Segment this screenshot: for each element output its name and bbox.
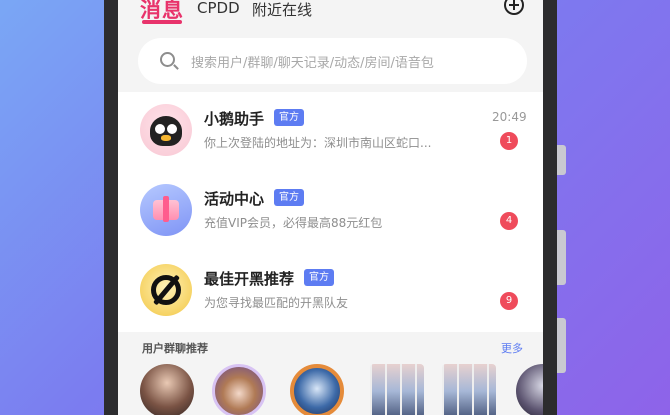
recommended-group-avatar[interactable] [442,364,496,415]
recommended-group-avatar[interactable] [212,364,266,415]
official-badge: 官方 [274,189,304,206]
unread-count-badge: 9 [500,292,518,310]
search-placeholder: 搜索用户/群聊/聊天记录/动态/房间/语音包 [191,56,434,71]
official-badge: 官方 [304,269,334,286]
phone-bezel-right [543,0,557,415]
conversation-name: 活动中心 [204,190,265,208]
search-icon [160,52,175,67]
unread-count-badge: 4 [500,212,518,230]
recommend-more-link[interactable]: 更多 [501,340,523,356]
plus-circle-icon[interactable] [504,0,524,15]
conversation-preview: 为您寻找最匹配的开黑队友 [204,296,349,310]
recommended-group-avatar[interactable] [370,364,424,415]
conversation-preview: 你上次登陆的地址为：深圳市南山区蛇口... [204,136,432,150]
unread-count-badge: 1 [500,132,518,150]
conversation-item-assistant[interactable]: 小鹅助手 官方 你上次登陆的地址为：深圳市南山区蛇口... 20:49 1 [118,92,543,172]
recommended-group-avatar[interactable] [140,364,194,415]
tab-nearby-online[interactable]: 附近在线 [252,0,312,20]
gift-avatar [140,184,192,236]
phone-side-button [557,230,566,285]
active-tab-indicator [142,20,182,24]
penguin-avatar [140,104,192,156]
recommended-group-avatar[interactable] [290,364,344,415]
conversation-preview: 充值VIP会员，必得最高88元红包 [204,216,383,230]
top-header: 消息 CPDD 附近在线 搜索用户/群聊/聊天记录/动态/房间/语音包 [118,0,543,92]
official-badge: 官方 [274,109,304,126]
conversation-time: 20:49 [492,110,527,124]
conversation-name: 小鹅助手 [204,110,265,128]
phone-side-button [557,318,566,373]
conversation-list: 小鹅助手 官方 你上次登陆的地址为：深圳市南山区蛇口... 20:49 1 活动… [118,92,543,332]
conversation-name: 最佳开黑推荐 [204,270,295,288]
search-bar[interactable]: 搜索用户/群聊/聊天记录/动态/房间/语音包 [138,38,527,84]
recommend-section-title: 用户群聊推荐 [142,342,208,355]
phone-side-button [557,145,566,175]
conversation-item-activity-center[interactable]: 活动中心 官方 充值VIP会员，必得最高88元红包 4 [118,172,543,252]
phone-bezel-left [104,0,118,415]
app-screen: 消息 CPDD 附近在线 搜索用户/群聊/聊天记录/动态/房间/语音包 小鹅助手… [118,0,543,415]
recommended-group-avatar[interactable] [516,364,543,415]
conversation-item-gaming-recommend[interactable]: 最佳开黑推荐 官方 为您寻找最匹配的开黑队友 9 [118,252,543,332]
gaming-avatar [140,264,192,316]
tab-cpdd[interactable]: CPDD [197,0,240,17]
